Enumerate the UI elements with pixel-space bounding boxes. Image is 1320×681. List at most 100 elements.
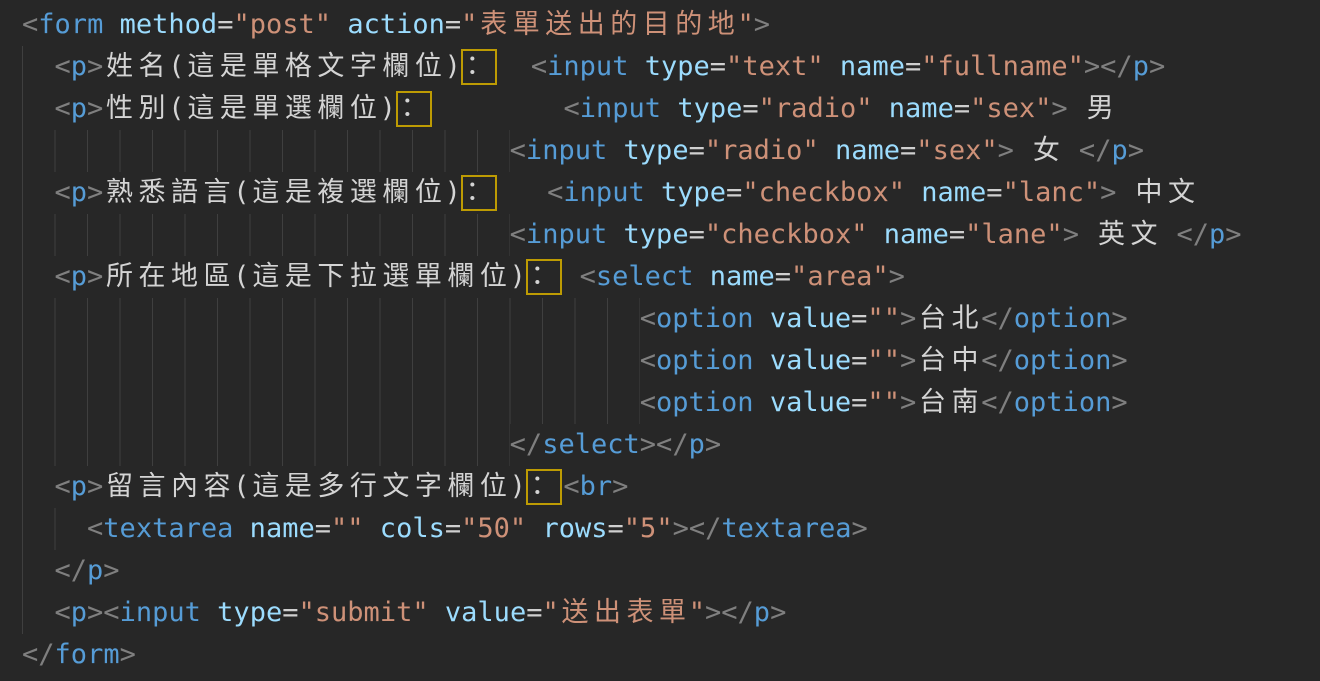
code-line-3[interactable]: <p>性別(這是單選欄位)： <input type="radio" name=…: [22, 88, 1320, 130]
code-token-tg: input: [120, 592, 201, 634]
code-token-tg: input: [526, 130, 607, 172]
code-token-pl: [905, 172, 921, 214]
cjk-char: 這: [185, 46, 218, 88]
code-token-tg: br: [580, 466, 613, 508]
code-token-eq: =: [775, 256, 791, 298]
cjk-char: 別: [136, 88, 169, 130]
code-token-at: value: [770, 382, 851, 424]
code-token-pt: <: [510, 214, 526, 256]
cjk-char: 中: [1133, 172, 1166, 214]
code-token-pt: </: [1176, 214, 1209, 256]
code-token-st: "area": [791, 256, 889, 298]
code-token-pt: >: [1063, 214, 1079, 256]
code-token-at: type: [624, 214, 689, 256]
code-token-pl: 性別(這是單選欄位): [103, 88, 396, 130]
code-token-pt: <: [640, 382, 656, 424]
code-token-pt: >: [998, 130, 1014, 172]
code-token-pt: >: [87, 466, 103, 508]
code-token-pl: [429, 592, 445, 634]
code-token-pt: <: [55, 466, 71, 508]
cjk-char: 這: [250, 172, 283, 214]
code-token-pt: >: [1100, 172, 1116, 214]
code-token-st: "sex": [916, 130, 997, 172]
code-line-14[interactable]: </p>: [22, 550, 1320, 592]
indent-guides: [22, 214, 510, 256]
code-token-pt: >: [852, 508, 868, 550]
code-token-pl: [331, 4, 347, 46]
code-token-pt: >: [87, 256, 103, 298]
cjk-char: 性: [103, 88, 136, 130]
cjk-char: 熟: [103, 172, 136, 214]
code-token-tg: textarea: [103, 508, 233, 550]
code-token-pt: ></: [1084, 46, 1133, 88]
code-token-eq: =: [986, 172, 1002, 214]
cjk-char: 欄: [315, 88, 348, 130]
cjk-char: 在: [136, 256, 169, 298]
code-line-7[interactable]: <p>所在地區(這是下拉選單欄位)： <select name="area">: [22, 256, 1320, 298]
code-token-pt: >: [705, 424, 721, 466]
code-token-pt: >: [87, 46, 103, 88]
code-line-8[interactable]: <option value="">台北</option>: [22, 298, 1320, 340]
code-token-pl: 女: [1014, 130, 1079, 172]
cjk-char: 悉: [136, 172, 169, 214]
indent-guides: [22, 256, 55, 298]
cjk-char: 容: [201, 466, 234, 508]
cjk-char: 出: [575, 4, 608, 46]
code-line-9[interactable]: <option value="">台中</option>: [22, 340, 1320, 382]
code-token-tg: p: [754, 592, 770, 634]
code-token-tg: p: [1133, 46, 1149, 88]
code-token-pt: </: [981, 382, 1014, 424]
code-token-pl: 中文: [1116, 172, 1197, 214]
cjk-char: 出: [591, 592, 624, 634]
code-token-tg: input: [563, 172, 644, 214]
code-token-eq: =: [689, 130, 705, 172]
code-token-pl: 留言內容(這是多行文字欄位): [103, 466, 526, 508]
indent-guides: [22, 550, 55, 592]
cjk-char: 下: [315, 256, 348, 298]
code-token-pl: 台北: [916, 298, 981, 340]
code-token-pt: <: [580, 256, 596, 298]
cjk-char: 欄: [380, 46, 413, 88]
code-token-pt: <: [22, 4, 38, 46]
code-line-16[interactable]: </form>: [22, 634, 1320, 676]
cjk-char: 表: [624, 592, 657, 634]
code-token-pl: [364, 508, 380, 550]
code-token-st: "fullname": [921, 46, 1084, 88]
code-line-1[interactable]: <form method="post" action="表單送出的目的地">: [22, 4, 1320, 46]
code-token-pt: >: [770, 592, 786, 634]
code-token-st: "表單送出的目的地": [461, 4, 754, 46]
code-token-at: type: [217, 592, 282, 634]
indent-guides: [22, 424, 510, 466]
code-token-at: value: [445, 592, 526, 634]
code-editor[interactable]: <form method="post" action="表單送出的目的地"><p…: [0, 0, 1320, 681]
code-token-at: type: [677, 88, 742, 130]
fullwidth-colon-unicode-highlight: ：: [461, 175, 498, 211]
code-line-2[interactable]: <p>姓名(這是單格文字欄位)： <input type="text" name…: [22, 46, 1320, 88]
cjk-char: 位: [347, 88, 380, 130]
code-token-eq: =: [851, 298, 867, 340]
code-line-11[interactable]: </select></p>: [22, 424, 1320, 466]
code-token-pt: ></: [705, 592, 754, 634]
fullwidth-colon-unicode-highlight: ：: [461, 49, 498, 85]
cjk-char: 中: [949, 340, 982, 382]
code-token-pl: [607, 130, 623, 172]
code-line-5[interactable]: <p>熟悉語言(這是複選欄位)： <input type="checkbox" …: [22, 172, 1320, 214]
cjk-char: 文: [380, 466, 413, 508]
indent-guides: [22, 466, 55, 508]
cjk-char: 單: [510, 4, 543, 46]
code-token-tg: input: [547, 46, 628, 88]
code-line-4[interactable]: <input type="radio" name="sex"> 女 </p>: [22, 130, 1320, 172]
cjk-char: 字: [347, 46, 380, 88]
code-line-12[interactable]: <p>留言內容(這是多行文字欄位)：<br>: [22, 466, 1320, 508]
code-line-15[interactable]: <p><input type="submit" value="送出表單"></p…: [22, 592, 1320, 634]
code-token-st: "": [331, 508, 364, 550]
code-line-6[interactable]: <input type="checkbox" name="lane"> 英文 <…: [22, 214, 1320, 256]
code-token-pl: [498, 172, 547, 214]
code-token-tg: option: [656, 382, 754, 424]
cjk-char: 男: [1084, 88, 1117, 130]
code-token-at: value: [770, 298, 851, 340]
code-token-st: "post": [233, 4, 331, 46]
code-line-13[interactable]: <textarea name="" cols="50" rows="5"></t…: [22, 508, 1320, 550]
cjk-char: 選: [380, 256, 413, 298]
code-line-10[interactable]: <option value="">台南</option>: [22, 382, 1320, 424]
